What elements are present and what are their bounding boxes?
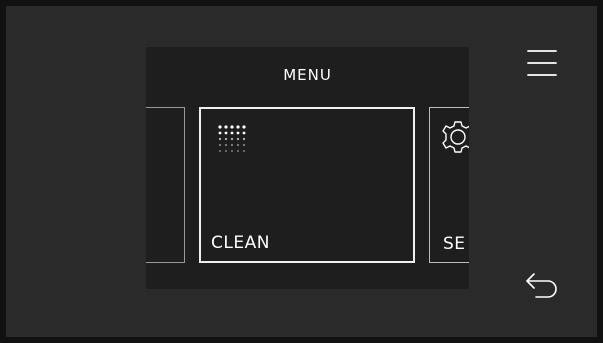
menu-tile-previous[interactable] xyxy=(146,107,185,263)
menu-panel: MENU CLEAN SE xyxy=(146,47,469,289)
back-arrow-icon[interactable] xyxy=(524,270,560,300)
menu-tile-settings[interactable]: SE xyxy=(429,107,469,263)
menu-tile-clean[interactable]: CLEAN xyxy=(199,107,415,263)
tile-label-settings: SE xyxy=(443,234,466,254)
dot-grid-icon xyxy=(218,125,246,152)
hamburger-menu-icon[interactable] xyxy=(525,46,559,80)
gear-icon xyxy=(442,121,469,153)
menu-title: MENU xyxy=(283,66,332,84)
device-screen: MENU CLEAN SE xyxy=(6,6,597,337)
tile-label-clean: CLEAN xyxy=(211,233,270,253)
